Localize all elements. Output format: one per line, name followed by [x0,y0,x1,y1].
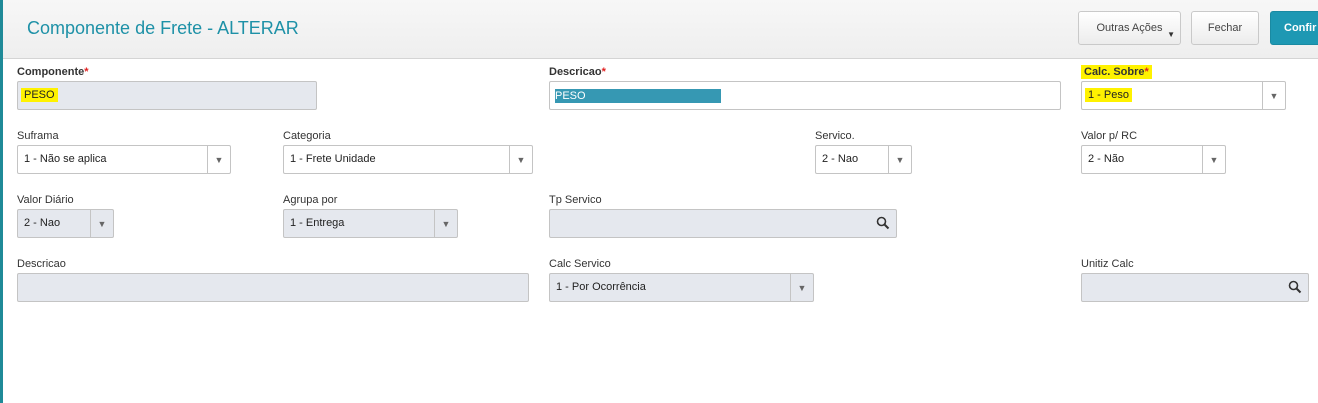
unitiz-calc-field[interactable] [1081,273,1309,302]
left-accent-bar [0,0,3,403]
calc-servico-label: Calc Servico [549,258,611,270]
agrupa-por-select[interactable]: 1 - Entrega ▼ [283,209,458,238]
other-actions-button[interactable]: Outras Ações ▼ [1078,11,1181,45]
suframa-label: Suframa [17,130,59,142]
calc-servico-select[interactable]: 1 - Por Ocorrência ▼ [549,273,814,302]
valor-rc-select[interactable]: 2 - Não ▼ [1081,145,1226,174]
descricao-top-field[interactable]: PESO [549,81,1061,110]
chevron-down-icon[interactable]: ▼ [1262,82,1285,109]
valor-diario-select[interactable]: 2 - Nao ▼ [17,209,114,238]
caret-down-icon: ▼ [1167,30,1175,39]
valor-diario-label: Valor Diário [17,194,74,206]
componente-field[interactable]: PESO [17,81,317,110]
categoria-label: Categoria [283,130,331,142]
close-button[interactable]: Fechar [1191,11,1259,45]
categoria-select[interactable]: 1 - Frete Unidade ▼ [283,145,533,174]
chevron-down-icon[interactable]: ▼ [1202,146,1225,173]
calc-sobre-value: 1 - Peso [1085,88,1132,102]
agrupa-por-label: Agrupa por [283,194,338,206]
tp-servico-field[interactable] [549,209,897,238]
calc-servico-value: 1 - Por Ocorrência [556,281,646,293]
search-icon[interactable] [876,216,890,233]
valor-rc-value: 2 - Não [1088,153,1125,165]
chevron-down-icon[interactable]: ▼ [434,210,457,237]
page-title: Componente de Frete - ALTERAR [27,18,299,38]
chevron-down-icon[interactable]: ▼ [90,210,113,237]
chevron-down-icon[interactable]: ▼ [790,274,813,301]
calc-sobre-select[interactable]: 1 - Peso ▼ [1081,81,1286,110]
servico-label: Servico. [815,130,855,142]
descricao-top-label: Descricao* [549,66,606,78]
chevron-down-icon[interactable]: ▼ [207,146,230,173]
chevron-down-icon[interactable]: ▼ [509,146,532,173]
tp-servico-label: Tp Servico [549,194,602,206]
servico-value: 2 - Nao [822,153,859,165]
other-actions-label: Outras Ações [1096,22,1163,34]
chevron-down-icon[interactable]: ▼ [888,146,911,173]
valor-diario-value: 2 - Nao [24,217,61,229]
componente-value: PESO [21,88,58,102]
valor-rc-label: Valor p/ RC [1081,130,1138,142]
confirm-button[interactable]: Confir [1270,11,1318,45]
calc-sobre-label: Calc. Sobre* [1081,65,1152,79]
categoria-value: 1 - Frete Unidade [290,153,376,165]
descricao-field[interactable] [17,273,529,302]
suframa-value: 1 - Não se aplica [24,153,107,165]
descricao-label: Descricao [17,258,66,270]
unitiz-calc-label: Unitiz Calc [1081,258,1134,270]
descricao-top-value: PESO [555,89,721,103]
suframa-select[interactable]: 1 - Não se aplica ▼ [17,145,231,174]
componente-label: Componente* [17,66,89,78]
agrupa-por-value: 1 - Entrega [290,217,345,229]
page-header: Componente de Frete - ALTERAR Outras Açõ… [3,0,1318,59]
servico-select[interactable]: 2 - Nao ▼ [815,145,912,174]
search-icon[interactable] [1288,280,1302,297]
